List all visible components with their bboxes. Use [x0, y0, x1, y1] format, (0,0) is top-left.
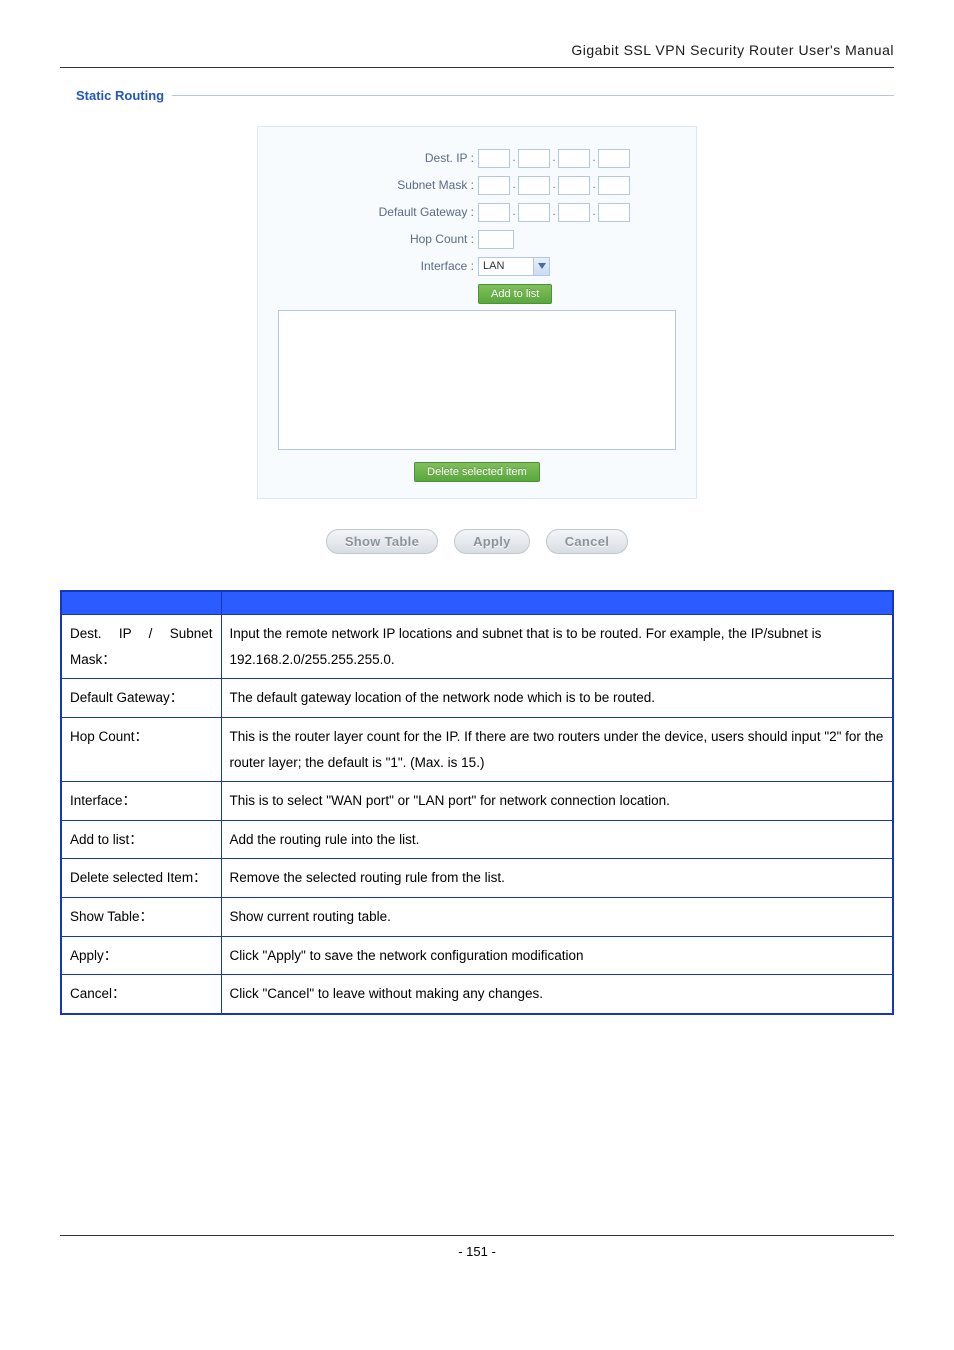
- subnet-octet-4[interactable]: [598, 176, 630, 195]
- show-table-button[interactable]: Show Table: [326, 529, 438, 554]
- dest-ip-octet-3[interactable]: [558, 149, 590, 168]
- table-row: Add to list：Add the routing rule into th…: [61, 820, 893, 859]
- table-row: Delete selected Item：Remove the selected…: [61, 859, 893, 898]
- interface-label: Interface :: [278, 257, 478, 275]
- dest-ip-octet-1[interactable]: [478, 149, 510, 168]
- interface-value: LAN: [483, 258, 504, 275]
- dest-ip-octet-4[interactable]: [598, 149, 630, 168]
- hop-count-label: Hop Count :: [278, 230, 478, 248]
- table-cell-desc: The default gateway location of the netw…: [221, 679, 893, 718]
- table-row: Cancel：Click "Cancel" to leave without m…: [61, 975, 893, 1014]
- section-title: Static Routing: [60, 86, 172, 106]
- table-cell-item: Delete selected Item：: [61, 859, 221, 898]
- section-heading-line: [172, 95, 894, 96]
- table-row: Interface：This is to select "WAN port" o…: [61, 782, 893, 821]
- subnet-octet-3[interactable]: [558, 176, 590, 195]
- gateway-octet-4[interactable]: [598, 203, 630, 222]
- subnet-octet-1[interactable]: [478, 176, 510, 195]
- table-cell-item: Hop Count：: [61, 717, 221, 781]
- gateway-octet-2[interactable]: [518, 203, 550, 222]
- table-cell-desc: Add the routing rule into the list.: [221, 820, 893, 859]
- page-footer: - 151 -: [60, 1235, 894, 1262]
- apply-button[interactable]: Apply: [454, 529, 530, 554]
- table-row: Dest. IP / Subnet Mask：Input the remote …: [61, 615, 893, 679]
- subnet-mask-inputs: . . .: [478, 176, 630, 195]
- page-number: - 151 -: [458, 1244, 496, 1259]
- table-cell-desc: Click "Apply" to save the network config…: [221, 936, 893, 975]
- subnet-mask-label: Subnet Mask :: [278, 176, 478, 194]
- static-routing-panel: Dest. IP : . . . Subnet Mask : . . .: [257, 126, 697, 499]
- dest-ip-label: Dest. IP :: [278, 149, 478, 167]
- table-cell-desc: Remove the selected routing rule from th…: [221, 859, 893, 898]
- interface-select[interactable]: LAN: [478, 257, 550, 276]
- table-header-desc: [221, 591, 893, 615]
- table-cell-item: Add to list：: [61, 820, 221, 859]
- table-row: Hop Count：This is the router layer count…: [61, 717, 893, 781]
- default-gateway-inputs: . . .: [478, 203, 630, 222]
- table-cell-item: Cancel：: [61, 975, 221, 1014]
- chevron-down-icon: [533, 258, 549, 275]
- table-header-item: [61, 591, 221, 615]
- subnet-octet-2[interactable]: [518, 176, 550, 195]
- delete-selected-button[interactable]: Delete selected item: [414, 462, 540, 482]
- table-cell-item: Default Gateway：: [61, 679, 221, 718]
- table-cell-desc: Input the remote network IP locations an…: [221, 615, 893, 679]
- table-cell-item: Show Table：: [61, 898, 221, 937]
- routing-list-box[interactable]: [278, 310, 676, 450]
- table-cell-desc: This is the router layer count for the I…: [221, 717, 893, 781]
- hop-count-input[interactable]: [478, 230, 514, 249]
- cancel-button[interactable]: Cancel: [546, 529, 628, 554]
- table-cell-item: Apply：: [61, 936, 221, 975]
- dest-ip-inputs: . . .: [478, 149, 630, 168]
- table-row: Default Gateway：The default gateway loca…: [61, 679, 893, 718]
- table-row: Show Table：Show current routing table.: [61, 898, 893, 937]
- gateway-octet-1[interactable]: [478, 203, 510, 222]
- add-to-list-button[interactable]: Add to list: [478, 284, 552, 304]
- table-cell-desc: This is to select "WAN port" or "LAN por…: [221, 782, 893, 821]
- table-cell-item: Interface：: [61, 782, 221, 821]
- table-cell-desc: Show current routing table.: [221, 898, 893, 937]
- dest-ip-octet-2[interactable]: [518, 149, 550, 168]
- section-heading-row: Static Routing: [60, 86, 894, 106]
- action-row: Show Table Apply Cancel: [60, 529, 894, 554]
- table-cell-item: Dest. IP / Subnet Mask：: [61, 615, 221, 679]
- doc-header: Gigabit SSL VPN Security Router User's M…: [60, 40, 894, 68]
- table-row: Apply：Click "Apply" to save the network …: [61, 936, 893, 975]
- default-gateway-label: Default Gateway :: [278, 203, 478, 221]
- table-cell-desc: Click "Cancel" to leave without making a…: [221, 975, 893, 1014]
- info-table: Dest. IP / Subnet Mask：Input the remote …: [60, 590, 894, 1016]
- gateway-octet-3[interactable]: [558, 203, 590, 222]
